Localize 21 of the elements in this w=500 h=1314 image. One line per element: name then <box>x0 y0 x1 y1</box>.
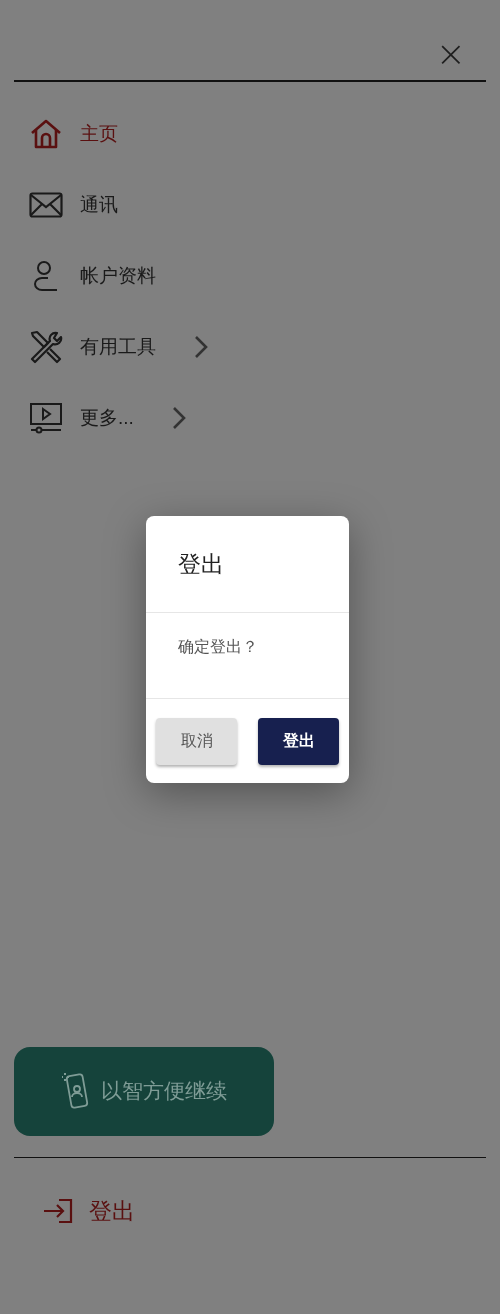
logout-button[interactable]: 登出 <box>258 717 339 765</box>
menu-item[interactable]: 有用工具 <box>28 311 500 383</box>
logout-link[interactable]: 登出 <box>43 1194 135 1229</box>
chevron-right-icon <box>171 406 186 430</box>
video-player-icon <box>29 402 63 434</box>
envelope-icon <box>29 192 63 218</box>
home-icon <box>29 119 63 149</box>
tools-icon <box>29 330 63 364</box>
smartphone-icon <box>61 1071 91 1111</box>
menu-item[interactable]: 主页 <box>28 98 500 170</box>
dialog-title: 登出 <box>178 549 224 579</box>
sign-in-icon <box>43 1198 73 1225</box>
dialog-message: 确定登出？ <box>178 638 258 655</box>
person-icon <box>32 260 60 292</box>
menu-item[interactable]: 通讯 <box>28 169 500 241</box>
continue-button[interactable]: 以智方便继续 <box>14 1046 274 1136</box>
close-button[interactable]: × <box>435 28 466 80</box>
menu-item[interactable]: 帐户资料 <box>28 240 500 312</box>
menu-item[interactable]: 更多... <box>28 382 500 454</box>
chevron-right-icon <box>194 335 208 359</box>
cancel-button[interactable]: 取消 <box>156 717 237 765</box>
